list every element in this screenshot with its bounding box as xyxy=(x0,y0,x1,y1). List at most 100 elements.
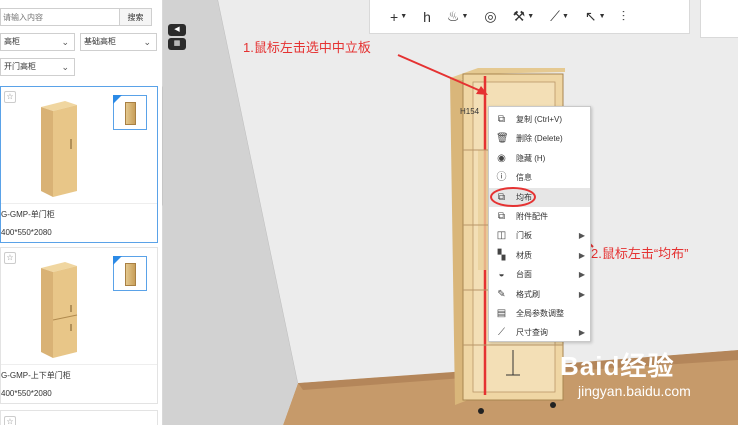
paint-bucket-icon: ♨ xyxy=(446,8,460,24)
product-card[interactable]: ☆ G-GMP-上下单门柜 400*550*2080 xyxy=(0,247,158,404)
menu-item-label: 附件配件 xyxy=(516,211,548,221)
menu-item-size-query[interactable]: ⟋ 尺寸查询 ▶ xyxy=(489,323,590,342)
product-name: G-GMP-上下单门柜 xyxy=(1,364,157,386)
category-select[interactable]: 高柜 ⌄ xyxy=(0,33,75,51)
menu-item-label: 信息 xyxy=(516,173,532,183)
search-bar: 搜索 xyxy=(0,8,152,26)
menu-item-label: 复制 (Ctrl+V) xyxy=(516,115,562,124)
menu-item-copy[interactable]: ⧉ 复制 (Ctrl+V) xyxy=(489,110,590,129)
highlight-circle xyxy=(490,187,536,207)
category-value: 高柜 xyxy=(4,37,20,46)
variant-thumbnail[interactable] xyxy=(113,95,147,130)
watermark: Baid经验 jingyan.baidu.com xyxy=(560,346,732,406)
menu-item-hide[interactable]: ◉ 隐藏 (H) xyxy=(489,149,590,168)
menu-item-accessory[interactable]: ⧉ 附件配件 xyxy=(489,207,590,226)
menu-item-format-brush[interactable]: ✎ 格式刷 ▶ xyxy=(489,285,590,304)
accessory-icon: ⧉ xyxy=(497,210,506,222)
watermark-logo: Baid经验 xyxy=(560,351,675,381)
menu-item-label: 门板 xyxy=(516,231,532,241)
ruler-tool-button[interactable]: ⟋ ▼ xyxy=(550,7,569,27)
subcategory-value: 基础高柜 xyxy=(84,37,116,46)
favorite-star-icon[interactable]: ☆ xyxy=(4,252,16,264)
menu-item-label: 删除 (Delete) xyxy=(516,134,563,144)
palette-icon: ◎ xyxy=(484,8,497,24)
chevron-down-icon: ⌄ xyxy=(61,62,69,72)
dimension-label: H154 xyxy=(460,107,480,116)
annotation-step1: 1.鼠标左击选中中立板 xyxy=(243,40,371,55)
roller-icon: ⚒ xyxy=(512,8,526,24)
search-button[interactable]: 搜索 xyxy=(119,9,151,25)
roller-tool-button[interactable]: ⚒ ▼ xyxy=(513,7,535,27)
sliders-icon: ⫶ xyxy=(621,8,626,24)
menu-item-label: 格式刷 xyxy=(516,289,540,299)
top-right-widget[interactable] xyxy=(700,0,738,38)
info-icon: ⓘ xyxy=(496,172,507,184)
chevron-down-icon: ⌄ xyxy=(143,37,151,47)
subcategory-select[interactable]: 基础高柜 ⌄ xyxy=(80,33,157,51)
menu-item-label: 全局参数调整 xyxy=(516,308,564,318)
chevron-down-icon: ▼ xyxy=(561,13,569,20)
favorite-star-icon[interactable]: ☆ xyxy=(4,91,16,103)
variant-thumbnail[interactable] xyxy=(113,256,147,291)
type-value: 开门高柜 xyxy=(4,62,36,71)
context-menu: ⧉ 复制 (Ctrl+V) 🗑 删除 (Delete) ◉ 隐藏 (H) ⓘ 信息 ⧉ 均… xyxy=(488,106,591,342)
search-input[interactable] xyxy=(1,9,119,25)
cursor-icon: ↖ xyxy=(584,8,597,24)
menu-item-door[interactable]: ◫ 门板 ▶ xyxy=(489,226,590,245)
product-card[interactable]: ☆ xyxy=(0,410,158,425)
measure-tool-button[interactable]: h xyxy=(423,7,431,27)
menu-item-global-params[interactable]: ▤ 全局参数调整 xyxy=(489,304,590,323)
product-card[interactable]: ☆ G-GMP-单门柜 400*550*2080 xyxy=(0,86,158,243)
ruler-icon: ⟋ xyxy=(498,327,505,339)
dimension-label-value: 154 xyxy=(465,107,480,116)
type-select[interactable]: 开门高柜 ⌄ xyxy=(0,58,75,76)
settings-tool-button[interactable]: ⫶ xyxy=(622,7,626,27)
cabinet-thumbnail xyxy=(41,101,77,197)
collapse-panel-icon[interactable]: ◀ xyxy=(168,24,186,36)
product-size: 400*550*2080 xyxy=(1,389,52,398)
palette-tool-button[interactable]: ◎ xyxy=(484,7,496,27)
favorite-star-icon[interactable]: ☆ xyxy=(4,416,16,425)
chevron-right-icon: ▶ xyxy=(578,250,585,260)
plus-icon: + xyxy=(390,8,399,25)
chevron-right-icon: ▶ xyxy=(578,289,585,299)
chevron-right-icon: ▶ xyxy=(578,328,585,338)
menu-item-label: 台面 xyxy=(516,270,532,280)
chevron-down-icon: ⌄ xyxy=(61,37,69,47)
annotation-step2: 2.鼠标左击“均布” xyxy=(591,246,689,261)
material-icon: ▚ xyxy=(497,249,506,261)
grid-view-icon[interactable]: ▦ xyxy=(168,38,186,50)
menu-item-label: 材质 xyxy=(516,250,532,260)
catalog-panel: 搜索 高柜 ⌄ 基础高柜 ⌄ 开门高柜 ⌄ ☆ G-GMP-单门柜 400*55… xyxy=(0,0,163,425)
menu-item-countertop[interactable]: ◒ 台面 ▶ xyxy=(489,265,590,284)
product-size: 400*550*2080 xyxy=(1,228,52,237)
product-name: G-GMP-单门柜 xyxy=(1,203,157,225)
add-tool-button[interactable]: + ▼ xyxy=(390,7,407,27)
chevron-right-icon: ▶ xyxy=(578,270,585,280)
measure-icon: h xyxy=(423,8,431,25)
ruler-icon: ⟋ xyxy=(550,8,560,24)
brush-icon: ✎ xyxy=(497,288,506,300)
copy-icon: ⧉ xyxy=(497,114,506,125)
countertop-icon: ◒ xyxy=(498,269,505,281)
menu-item-label: 隐藏 (H) xyxy=(516,153,546,163)
paint-tool-button[interactable]: ♨ ▼ xyxy=(447,7,469,27)
chevron-down-icon: ▼ xyxy=(527,13,535,20)
chevron-down-icon: ▼ xyxy=(461,13,469,20)
chevron-down-icon: ▼ xyxy=(598,13,606,20)
top-toolbar: + ▼ h ♨ ▼ ◎ ⚒ ▼ ⟋ ▼ ↖ ▼ ⫶ xyxy=(369,0,690,34)
menu-item-label: 尺寸查询 xyxy=(516,328,548,338)
menu-item-delete[interactable]: 🗑 删除 (Delete) xyxy=(489,129,590,148)
cabinet-thumbnail xyxy=(41,262,78,358)
menu-item-info[interactable]: ⓘ 信息 xyxy=(489,168,590,187)
chevron-right-icon: ▶ xyxy=(578,231,585,241)
view-side-tabs: ◀ ▦ xyxy=(168,24,186,52)
trash-icon: 🗑 xyxy=(496,133,509,145)
watermark-url: jingyan.baidu.com xyxy=(578,383,691,399)
settings-doc-icon: ▤ xyxy=(496,307,507,319)
select-tool-button[interactable]: ↖ ▼ xyxy=(585,7,606,27)
menu-item-material[interactable]: ▚ 材质 ▶ xyxy=(489,246,590,265)
door-icon: ◫ xyxy=(496,230,507,242)
eye-icon: ◉ xyxy=(497,152,506,164)
chevron-down-icon: ▼ xyxy=(400,13,408,20)
